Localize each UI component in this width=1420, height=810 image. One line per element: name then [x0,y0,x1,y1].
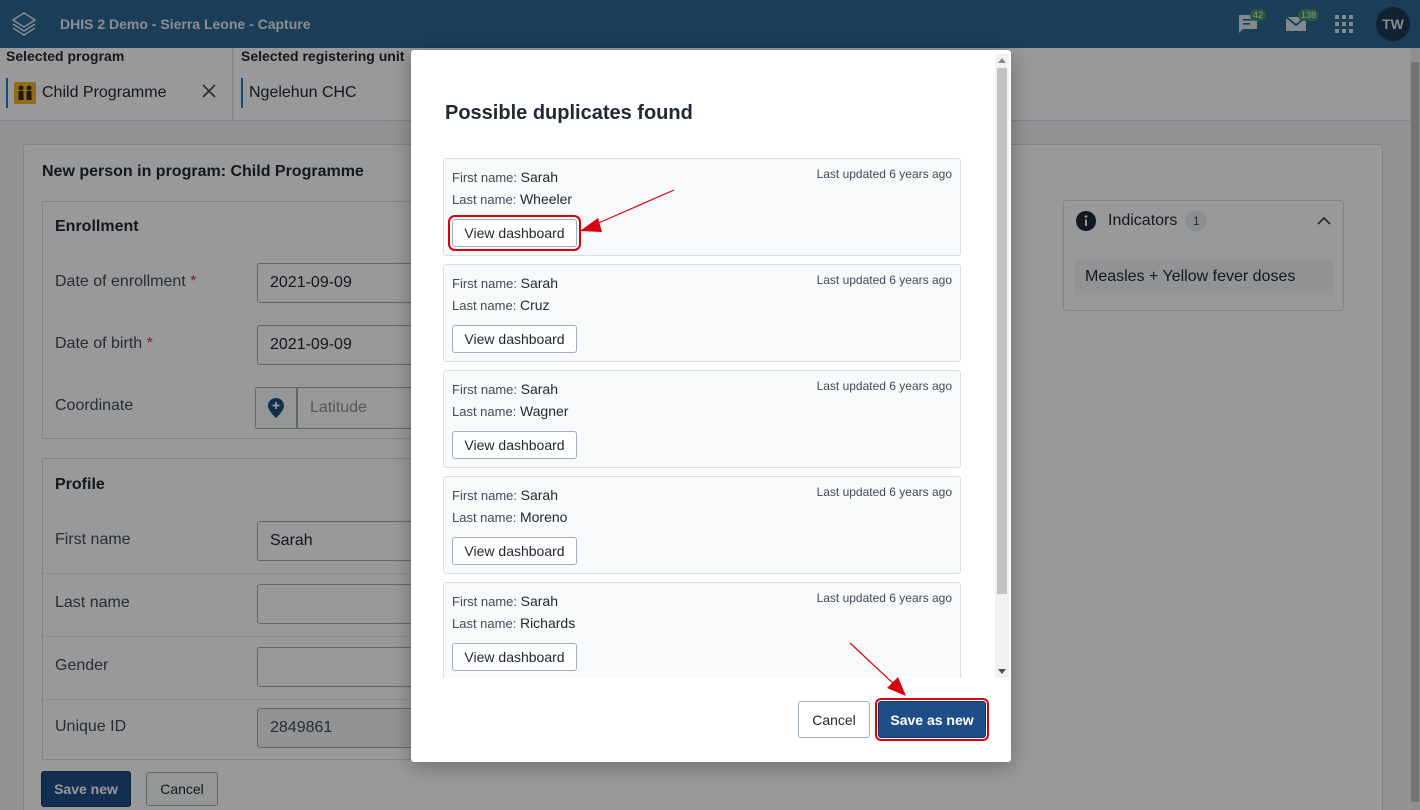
duplicate-first-name: First name: Sarah [452,275,558,291]
duplicates-modal: Possible duplicates found First name: Sa… [411,50,1011,762]
scroll-up-arrow-icon[interactable] [998,58,1006,63]
duplicate-card: First name: Sarah Last name: Cruz Last u… [443,264,961,362]
duplicate-first-name: First name: Sarah [452,169,558,185]
duplicate-last-name: Last name: Wheeler [452,191,573,207]
duplicate-last-name: Last name: Moreno [452,509,568,525]
duplicate-last-updated: Last updated 6 years ago [816,379,952,393]
modal-scrollbar-thumb[interactable] [997,68,1007,594]
duplicate-last-name: Last name: Wagner [452,403,569,419]
save-as-new-button[interactable]: Save as new [875,698,989,741]
view-dashboard-button[interactable]: View dashboard [452,325,577,353]
duplicates-list: First name: Sarah Last name: Wheeler Las… [443,158,961,678]
modal-scrollbar[interactable] [995,54,1009,678]
duplicate-card: First name: Sarah Last name: Moreno Last… [443,476,961,574]
duplicate-last-name: Last name: Cruz [452,297,550,313]
duplicate-last-name: Last name: Richards [452,615,576,631]
view-dashboard-button[interactable]: View dashboard [448,215,581,251]
view-dashboard-button[interactable]: View dashboard [452,643,577,671]
duplicate-card: First name: Sarah Last name: Richards La… [443,582,961,678]
modal-cancel-button[interactable]: Cancel [798,701,870,738]
duplicate-card: First name: Sarah Last name: Wheeler Las… [443,158,961,256]
view-dashboard-button[interactable]: View dashboard [452,537,577,565]
duplicate-card: First name: Sarah Last name: Wagner Last… [443,370,961,468]
view-dashboard-button[interactable]: View dashboard [452,431,577,459]
duplicate-last-updated: Last updated 6 years ago [816,273,952,287]
duplicate-last-updated: Last updated 6 years ago [816,591,952,605]
scroll-down-arrow-icon[interactable] [998,669,1006,674]
duplicate-last-updated: Last updated 6 years ago [816,485,952,499]
duplicate-first-name: First name: Sarah [452,381,558,397]
modal-title: Possible duplicates found [445,102,693,124]
duplicate-first-name: First name: Sarah [452,593,558,609]
duplicate-last-updated: Last updated 6 years ago [816,167,952,181]
duplicate-first-name: First name: Sarah [452,487,558,503]
